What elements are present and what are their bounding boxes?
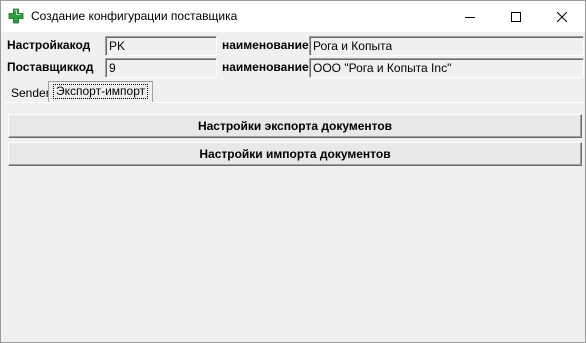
tab-sender[interactable]: Sender — [7, 84, 54, 102]
maximize-icon — [511, 11, 521, 22]
close-icon — [557, 11, 567, 22]
config-name-field[interactable]: Рога и Копыта — [309, 36, 584, 56]
tab-strip: Sender Экспорт-импорт — [1, 81, 585, 103]
import-settings-button[interactable]: Настройки импорта документов — [8, 142, 582, 166]
supplier-code-label: Поставщиккод — [7, 60, 94, 74]
tab-sender-label: Sender — [11, 86, 50, 100]
config-name-label: наименование — [222, 38, 309, 52]
tab-export-import[interactable]: Экспорт-импорт — [48, 81, 154, 102]
export-settings-button[interactable]: Настройки экспорта документов — [8, 114, 582, 138]
tab-export-import-label: Экспорт-импорт — [53, 84, 149, 99]
minimize-button[interactable] — [447, 1, 493, 32]
supplier-name-label: наименование — [222, 60, 309, 74]
supplier-name-field[interactable]: ООО "Рога и Копыта Inc" — [309, 58, 584, 78]
title-bar[interactable]: Создание конфигурации поставщика — [1, 1, 585, 32]
green-cross-icon — [8, 8, 24, 24]
main-window: Создание конфигурации поставщика Настрой… — [0, 0, 586, 343]
window-title: Создание конфигурации поставщика — [31, 9, 238, 23]
supplier-code-field[interactable]: 9 — [105, 58, 217, 78]
maximize-button[interactable] — [493, 1, 539, 32]
config-code-field[interactable]: PK — [105, 36, 217, 56]
close-button[interactable] — [539, 1, 585, 32]
minimize-icon — [465, 16, 475, 18]
config-code-label: Настройкакод — [7, 38, 91, 52]
